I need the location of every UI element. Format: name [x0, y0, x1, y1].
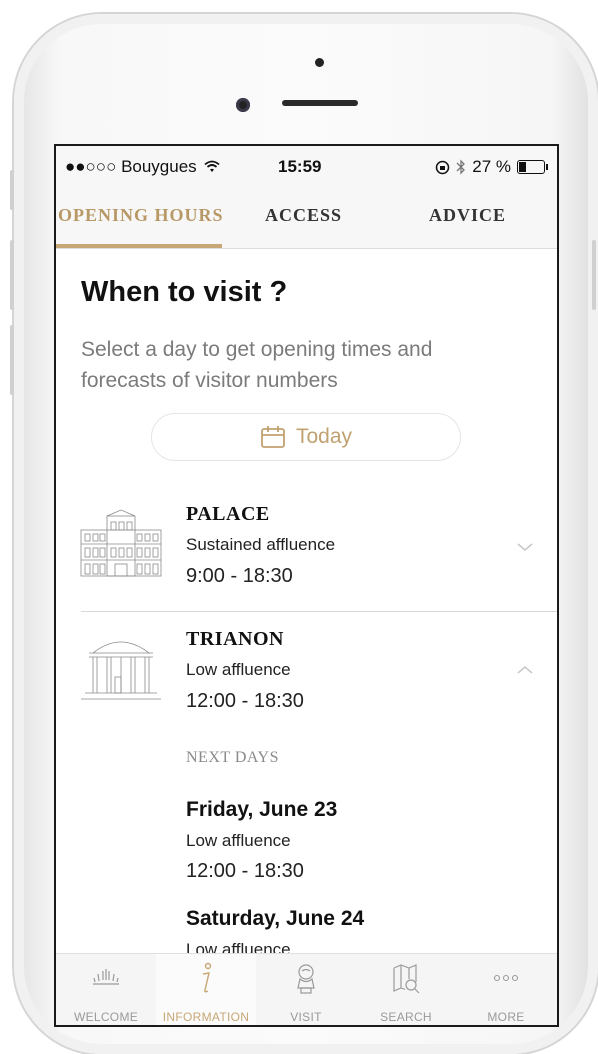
- venue-hours: 9:00 - 18:30: [186, 565, 293, 587]
- trianon-illustration: [81, 641, 161, 700]
- chevron-down-icon[interactable]: [515, 541, 535, 553]
- venue-divider: [81, 611, 557, 612]
- volume-down-button: [10, 325, 14, 395]
- day-affluence: Low affluence: [186, 940, 291, 953]
- bottom-navigation: WELCOME INFORMATION VISIT SEARCH MORE: [56, 953, 557, 1025]
- volume-up-button: [10, 240, 14, 310]
- bust-icon: [297, 964, 315, 994]
- venue-affluence: Low affluence: [186, 660, 291, 679]
- battery-icon: [517, 160, 548, 174]
- app-screen: ●●○○○ Bouygues 15:59 27 % OPENING HOURS …: [56, 146, 557, 1025]
- front-camera: [236, 98, 250, 112]
- day-hours: 12:00 - 18:30: [186, 860, 304, 882]
- sunrise-icon: [93, 969, 119, 985]
- page-title: When to visit ?: [81, 276, 288, 308]
- more-icon: [493, 974, 519, 982]
- page-subtitle: Select a day to get opening times and fo…: [81, 338, 433, 392]
- date-picker-label: Today: [295, 425, 353, 448]
- orientation-lock-icon: [436, 160, 450, 174]
- nav-search[interactable]: SEARCH: [356, 954, 456, 1025]
- chevron-up-icon[interactable]: [515, 664, 535, 676]
- nav-label: SEARCH: [380, 1010, 432, 1024]
- wifi-icon: [204, 160, 221, 172]
- venue-affluence: Sustained affluence: [186, 535, 336, 554]
- info-icon: [202, 962, 212, 993]
- nav-label: VISIT: [290, 1010, 322, 1024]
- earpiece-speaker: [282, 100, 358, 106]
- palace-illustration: [80, 509, 162, 577]
- day-affluence: Low affluence: [186, 831, 291, 850]
- venue-palace[interactable]: PALACE Sustained affluence 9:00 - 18:30: [56, 503, 557, 613]
- venue-name: TRIANON: [186, 628, 284, 650]
- tab-access[interactable]: ACCESS: [265, 205, 342, 226]
- date-picker-button[interactable]: Today: [151, 413, 461, 461]
- opening-hours-panel[interactable]: When to visit ? Select a day to get open…: [56, 248, 557, 953]
- day-name: Friday, June 23: [186, 798, 338, 821]
- proximity-sensor: [315, 58, 324, 67]
- nav-information[interactable]: INFORMATION: [156, 954, 256, 1025]
- venue-name: PALACE: [186, 503, 270, 525]
- nav-visit[interactable]: VISIT: [256, 954, 356, 1025]
- venue-trianon[interactable]: TRIANON Low affluence 12:00 - 18:30: [56, 628, 557, 738]
- status-right: 27 %: [435, 157, 548, 177]
- carrier-signal: ●●○○○ Bouygues: [65, 157, 221, 177]
- map-search-icon: [393, 964, 420, 994]
- nav-more[interactable]: MORE: [456, 954, 556, 1025]
- bluetooth-icon: [456, 159, 466, 175]
- power-button: [592, 240, 596, 310]
- mute-switch: [10, 170, 14, 210]
- clock: 15:59: [278, 157, 322, 176]
- tab-advice[interactable]: ADVICE: [429, 205, 506, 226]
- nav-label: MORE: [487, 1010, 525, 1024]
- nav-label: WELCOME: [73, 1010, 139, 1024]
- status-bar: ●●○○○ Bouygues 15:59 27 %: [56, 146, 557, 186]
- tab-bar: OPENING HOURS ACCESS ADVICE: [56, 186, 557, 249]
- calendar-icon: [261, 426, 285, 448]
- nav-label: INFORMATION: [162, 1010, 250, 1024]
- battery-percent: 27 %: [472, 157, 511, 176]
- day-name: Saturday, June 24: [186, 907, 365, 930]
- nav-welcome[interactable]: WELCOME: [56, 954, 156, 1025]
- venue-hours: 12:00 - 18:30: [186, 690, 304, 712]
- next-days-heading: NEXT DAYS: [186, 749, 279, 766]
- tab-opening-hours[interactable]: OPENING HOURS: [58, 205, 224, 226]
